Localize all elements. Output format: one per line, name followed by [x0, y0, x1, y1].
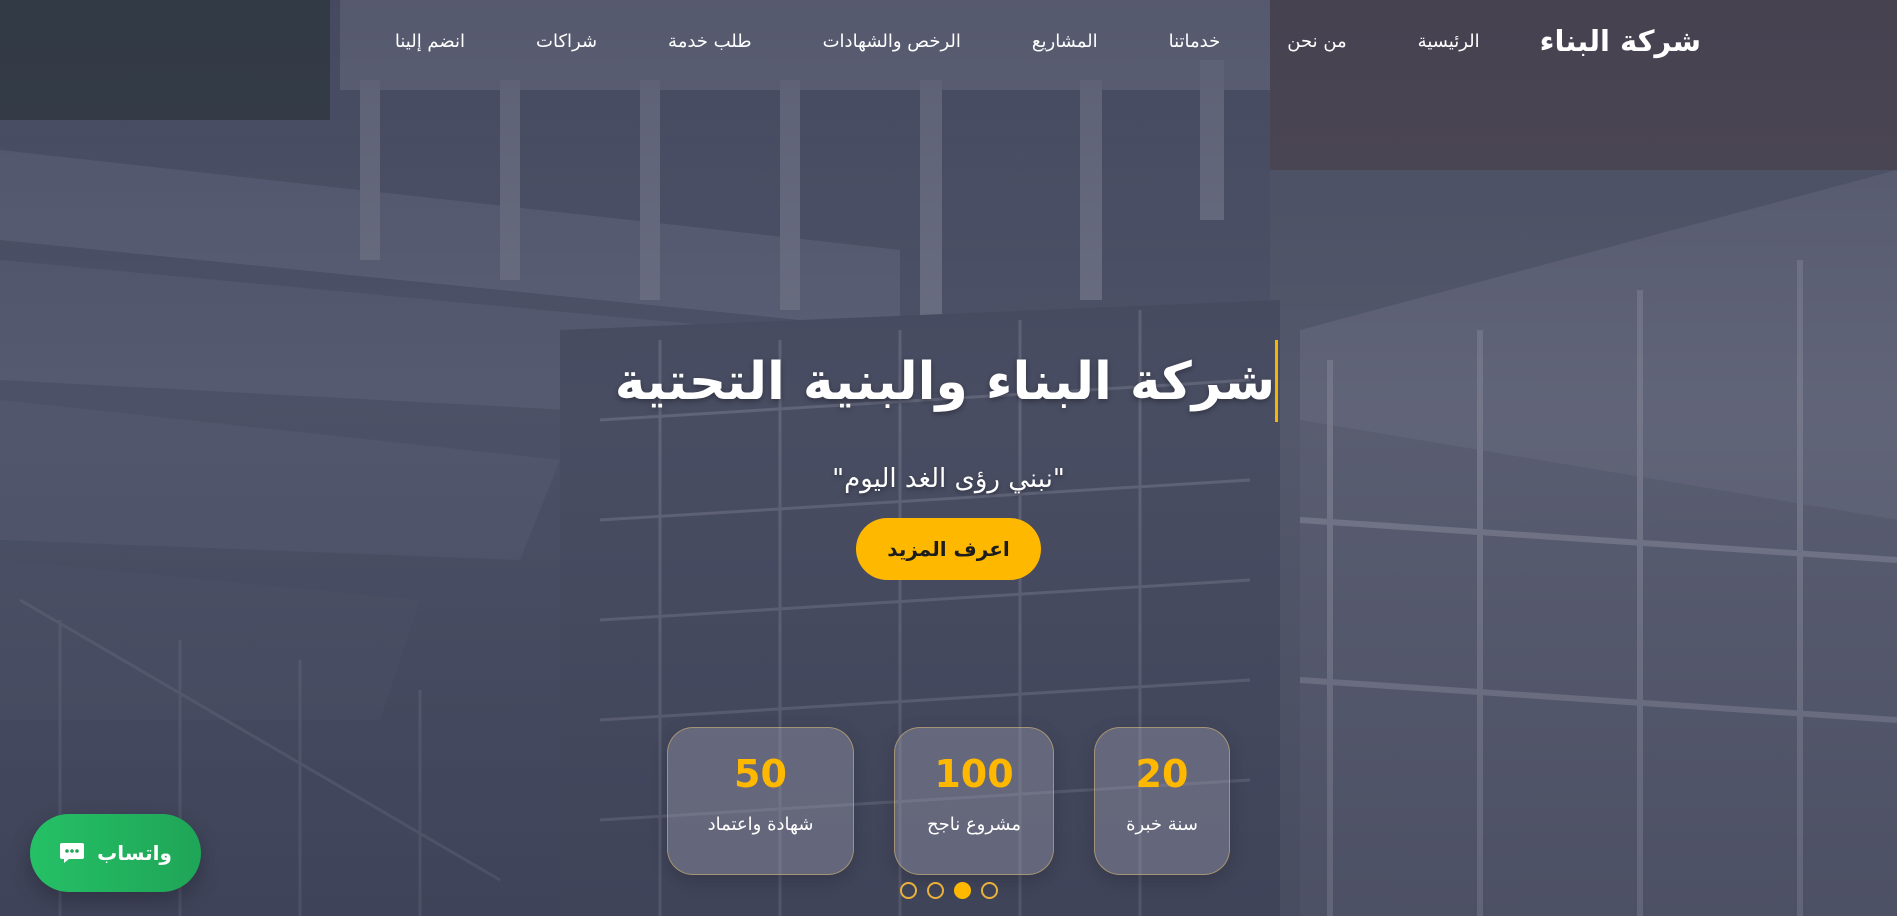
hero-section: شركة البناء والبنية التحتية "نبني رؤى ال… — [0, 340, 1897, 580]
stat-card-projects: 100 مشروع ناجح — [894, 727, 1054, 875]
hero-title-wrap: شركة البناء والبنية التحتية — [615, 340, 1282, 422]
nav-link-projects[interactable]: المشاريع — [1032, 31, 1098, 52]
stat-card-experience: 20 سنة خبرة — [1094, 727, 1230, 875]
carousel-dot-2[interactable] — [926, 882, 944, 899]
hero-title: شركة البناء والبنية التحتية — [615, 340, 1279, 422]
carousel-dots — [0, 882, 1897, 899]
whatsapp-button[interactable]: واتساب — [30, 814, 201, 892]
carousel-dot-4[interactable] — [980, 882, 998, 899]
learn-more-button[interactable]: اعرف المزيد — [856, 518, 1041, 580]
chat-bubble-icon — [59, 841, 85, 865]
stats-row: 20 سنة خبرة 100 مشروع ناجح 50 شهادة واعت… — [0, 727, 1897, 875]
nav-link-join-us[interactable]: انضم إلينا — [395, 31, 465, 52]
nav-link-service-request[interactable]: طلب خدمة — [668, 31, 752, 52]
stat-card-certificates: 50 شهادة واعتماد — [667, 727, 854, 875]
brand-logo-text[interactable]: شركة البناء — [1540, 24, 1701, 58]
nav-links: الرئيسية من نحن خدماتنا المشاريع الرخص و… — [395, 31, 1480, 52]
nav-link-home[interactable]: الرئيسية — [1418, 31, 1480, 52]
nav-link-about[interactable]: من نحن — [1287, 31, 1346, 52]
nav-link-services[interactable]: خدماتنا — [1169, 31, 1221, 52]
carousel-dot-1[interactable] — [899, 882, 917, 899]
stat-value: 50 — [734, 752, 787, 796]
stat-value: 20 — [1135, 752, 1189, 796]
nav-link-licenses[interactable]: الرخص والشهادات — [823, 31, 961, 52]
stat-value: 100 — [934, 752, 1014, 796]
stat-label: سنة خبرة — [1126, 813, 1198, 835]
navbar: شركة البناء الرئيسية من نحن خدماتنا المش… — [0, 0, 1897, 82]
stat-label: مشروع ناجح — [926, 813, 1022, 835]
whatsapp-label: واتساب — [97, 841, 172, 865]
hero-tagline: "نبني رؤى الغد اليوم" — [832, 464, 1065, 494]
nav-link-partnerships[interactable]: شراكات — [536, 31, 597, 52]
stat-label: شهادة واعتماد — [707, 813, 814, 835]
carousel-dot-3[interactable] — [953, 882, 971, 899]
